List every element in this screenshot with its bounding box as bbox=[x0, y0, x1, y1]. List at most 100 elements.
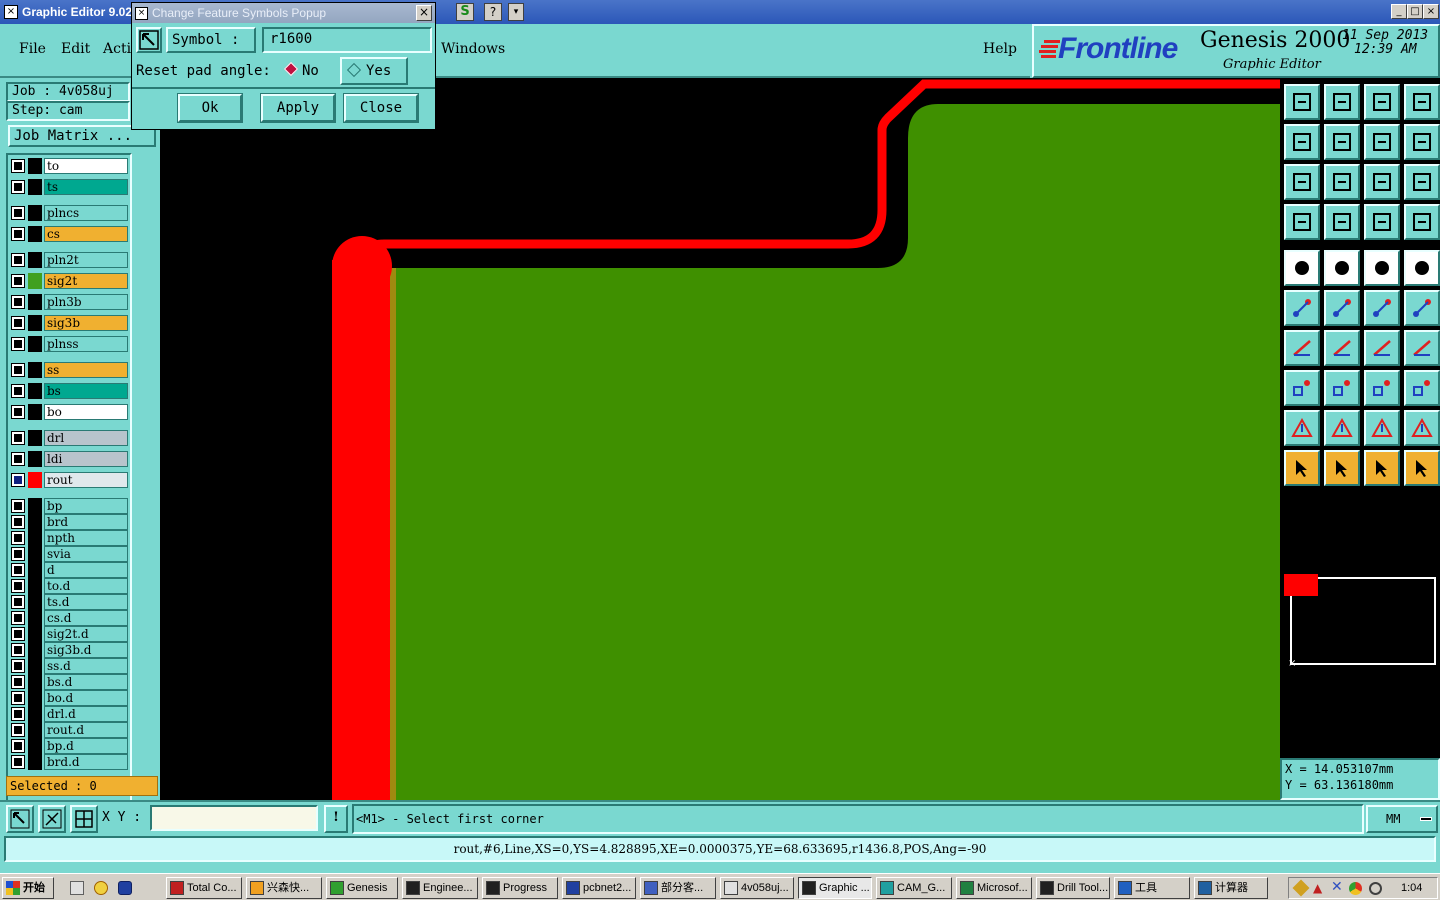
align-icon-button[interactable] bbox=[1404, 330, 1440, 366]
triangle-edit-icon-button[interactable] bbox=[1404, 410, 1440, 446]
pan-right-icon-button[interactable] bbox=[1324, 124, 1360, 160]
minimize-button[interactable]: _ bbox=[1391, 4, 1407, 19]
layer-row[interactable]: pln3b bbox=[10, 294, 128, 310]
move-down-icon-button[interactable] bbox=[1324, 84, 1360, 120]
draw-line-icon-button[interactable] bbox=[1324, 330, 1360, 366]
layer-checkbox[interactable] bbox=[11, 499, 25, 513]
start-button[interactable]: 开始 bbox=[2, 877, 54, 899]
dropdown-icon[interactable]: ▾ bbox=[508, 3, 524, 21]
taskbar-item[interactable]: 部分客... bbox=[640, 877, 716, 899]
fit-center-icon-button[interactable] bbox=[1324, 164, 1360, 200]
menu-actions[interactable]: Acti bbox=[103, 41, 131, 57]
overview-map[interactable]: × bbox=[1284, 574, 1436, 670]
select-zone-icon-button[interactable] bbox=[1364, 450, 1400, 486]
layer-checkbox[interactable] bbox=[11, 363, 25, 377]
layer-checkbox[interactable] bbox=[11, 515, 25, 529]
pad-icon-button[interactable] bbox=[1284, 250, 1320, 286]
taskbar-item[interactable]: 4v058uj... bbox=[720, 877, 794, 899]
maximize-button[interactable]: □ bbox=[1407, 4, 1423, 19]
layer-filter-2-icon-button[interactable] bbox=[1404, 204, 1440, 240]
layer-row[interactable]: sig2t.d bbox=[10, 626, 128, 642]
reset-yes-option[interactable]: Yes bbox=[340, 57, 408, 85]
layer-row[interactable]: brd bbox=[10, 514, 128, 530]
layer-checkbox[interactable] bbox=[11, 659, 25, 673]
layer-checkbox[interactable] bbox=[11, 563, 25, 577]
select-pad-icon-button[interactable] bbox=[1284, 370, 1320, 406]
layer-row[interactable]: to.d bbox=[10, 578, 128, 594]
symbol-input[interactable]: r1600 bbox=[262, 27, 432, 53]
triangle-icon-button[interactable] bbox=[1324, 410, 1360, 446]
popup-close-icon[interactable]: × bbox=[416, 5, 432, 21]
layer-row[interactable]: bo.d bbox=[10, 690, 128, 706]
grid-icon-button[interactable] bbox=[1324, 204, 1360, 240]
close-button[interactable]: Close bbox=[343, 93, 419, 123]
layer-checkbox[interactable] bbox=[11, 253, 25, 267]
tools-icon-button[interactable] bbox=[1284, 204, 1320, 240]
layer-row[interactable]: bs.d bbox=[10, 674, 128, 690]
layer-checkbox[interactable] bbox=[11, 755, 25, 769]
layer-checkbox[interactable] bbox=[11, 316, 25, 330]
move-node-icon-button[interactable] bbox=[1364, 290, 1400, 326]
layer-checkbox[interactable] bbox=[11, 611, 25, 625]
tray-triangle-icon[interactable]: ▲ bbox=[1313, 881, 1322, 895]
snap-mode-icon[interactable] bbox=[38, 805, 66, 833]
layer-row[interactable]: ts bbox=[10, 179, 128, 195]
close-window-button[interactable]: × bbox=[1423, 4, 1439, 19]
layer-row[interactable]: ss bbox=[10, 362, 128, 378]
layer-checkbox[interactable] bbox=[11, 384, 25, 398]
layer-row[interactable]: sig3b bbox=[10, 315, 128, 331]
layer-checkbox[interactable] bbox=[11, 595, 25, 609]
delete-node-icon-button[interactable] bbox=[1324, 290, 1360, 326]
pick-symbol-icon[interactable] bbox=[136, 27, 162, 53]
split-line-icon-button[interactable] bbox=[1324, 370, 1360, 406]
info-icon[interactable]: ! bbox=[324, 805, 348, 833]
layer-row[interactable]: to bbox=[10, 158, 128, 174]
apply-button[interactable]: Apply bbox=[260, 93, 336, 123]
house-icon-button[interactable] bbox=[1364, 84, 1400, 120]
layer-row[interactable]: sig2t bbox=[10, 273, 128, 289]
layer-checkbox[interactable] bbox=[11, 227, 25, 241]
taskbar-item[interactable]: CAM_G... bbox=[876, 877, 952, 899]
layer-checkbox[interactable] bbox=[11, 691, 25, 705]
layer-row[interactable]: plncs bbox=[10, 205, 128, 221]
grid-mode-icon[interactable] bbox=[70, 805, 98, 833]
redo-view-icon-button[interactable] bbox=[1364, 124, 1400, 160]
layer-checkbox[interactable] bbox=[11, 739, 25, 753]
taskbar-item[interactable]: Genesis bbox=[326, 877, 398, 899]
tray-chrome-icon[interactable] bbox=[1349, 882, 1362, 895]
taskbar-item[interactable]: pcbnet2... bbox=[562, 877, 636, 899]
snake-icon-button[interactable] bbox=[1404, 124, 1440, 160]
ok-button[interactable]: Ok bbox=[177, 93, 243, 123]
xy-input[interactable] bbox=[150, 805, 318, 831]
layer-checkbox[interactable] bbox=[11, 274, 25, 288]
taskbar-item[interactable]: Microsof... bbox=[956, 877, 1032, 899]
taskbar-item[interactable]: 计算器 bbox=[1194, 877, 1268, 899]
layer-checkbox[interactable] bbox=[11, 473, 25, 487]
layer-row[interactable]: svia bbox=[10, 546, 128, 562]
cursor-mode-icon[interactable] bbox=[6, 805, 34, 833]
layer-row[interactable]: rout bbox=[10, 472, 128, 488]
toolbar-s-icon[interactable]: S bbox=[456, 3, 474, 21]
layer-filter-icon-button[interactable] bbox=[1364, 204, 1400, 240]
select-net-icon-button[interactable] bbox=[1404, 450, 1440, 486]
layer-row[interactable]: rout.d bbox=[10, 722, 128, 738]
layer-row[interactable]: ss.d bbox=[10, 658, 128, 674]
tray-settings-icon[interactable] bbox=[1369, 882, 1382, 895]
layer-row[interactable]: cs bbox=[10, 226, 128, 242]
shapes-icon-button[interactable] bbox=[1404, 370, 1440, 406]
layer-row[interactable]: bs bbox=[10, 383, 128, 399]
scale-1-2-icon-button[interactable] bbox=[1364, 164, 1400, 200]
angle-line-icon-button[interactable] bbox=[1284, 330, 1320, 366]
taskbar-item[interactable]: Total Co... bbox=[166, 877, 242, 899]
units-dropdown[interactable]: MM bbox=[1366, 805, 1438, 833]
layer-row[interactable]: cs.d bbox=[10, 610, 128, 626]
taskbar-item[interactable]: 兴森快... bbox=[246, 877, 322, 899]
layer-row[interactable]: bp.d bbox=[10, 738, 128, 754]
trapezoid-icon-button[interactable] bbox=[1364, 410, 1400, 446]
explorer-icon[interactable] bbox=[70, 881, 84, 895]
taskbar-item[interactable]: 工具 bbox=[1114, 877, 1190, 899]
layer-row[interactable]: brd.d bbox=[10, 754, 128, 770]
layer-checkbox[interactable] bbox=[11, 707, 25, 721]
reset-no-option[interactable]: No bbox=[283, 59, 348, 85]
ruler-icon-button[interactable] bbox=[1364, 250, 1400, 286]
